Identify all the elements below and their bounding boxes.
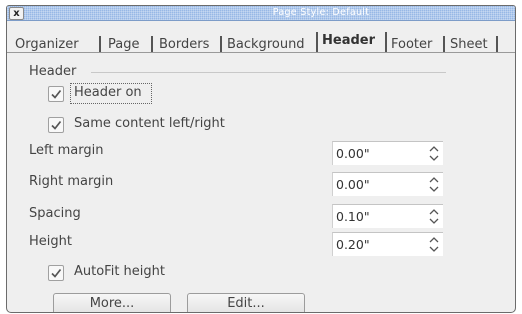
tab-background[interactable]: Background: [227, 37, 305, 52]
tab-divider: [99, 36, 101, 52]
tab-bar: Organizer Page Borders Background Header…: [7, 26, 515, 53]
same-content-label: Same content left/right: [74, 116, 225, 131]
tab-header[interactable]: Header: [322, 33, 376, 52]
tab-divider: [316, 32, 318, 52]
window-title: Page Style: Default: [272, 7, 370, 18]
height-label: Height: [29, 234, 72, 249]
tab-divider: [443, 36, 445, 52]
tab-footer[interactable]: Footer: [391, 37, 432, 52]
more-button[interactable]: More...: [53, 293, 171, 312]
tab-page[interactable]: Page: [108, 37, 139, 52]
right-margin-spinbox[interactable]: 0.00": [332, 172, 443, 196]
checkbox-box[interactable]: [48, 117, 64, 133]
left-margin-spinbox[interactable]: 0.00": [332, 141, 443, 165]
right-margin-label: Right margin: [29, 174, 114, 189]
spacing-spinbox[interactable]: 0.10": [332, 204, 443, 228]
spacing-label: Spacing: [29, 206, 81, 221]
tab-divider: [385, 32, 387, 52]
check-icon: [51, 89, 62, 99]
spin-arrows-icon[interactable]: [429, 176, 439, 193]
checkbox-box[interactable]: [48, 265, 64, 281]
tab-organizer[interactable]: Organizer: [15, 37, 79, 52]
check-icon: [51, 120, 62, 130]
autofit-height-label: AutoFit height: [74, 264, 165, 279]
left-margin-value[interactable]: 0.00": [336, 146, 370, 161]
page-style-dialog: x Page Style: Default Organizer Page Bor…: [6, 5, 516, 313]
title-bar[interactable]: x Page Style: Default: [7, 6, 515, 21]
height-spinbox[interactable]: 0.20": [332, 232, 443, 256]
tab-borders[interactable]: Borders: [159, 37, 209, 52]
check-icon: [51, 268, 62, 278]
edit-button[interactable]: Edit...: [187, 293, 305, 312]
group-separator: [91, 72, 446, 73]
tab-sheet[interactable]: Sheet: [450, 37, 488, 52]
spacing-value[interactable]: 0.10": [336, 209, 370, 224]
spin-arrows-icon[interactable]: [429, 208, 439, 225]
checkbox-box[interactable]: [48, 86, 64, 102]
right-margin-value[interactable]: 0.00": [336, 177, 370, 192]
header-group-title: Header: [29, 64, 77, 79]
spin-arrows-icon[interactable]: [429, 145, 439, 162]
left-margin-label: Left margin: [29, 143, 104, 158]
tab-divider: [496, 36, 498, 52]
height-value[interactable]: 0.20": [336, 237, 370, 252]
tab-divider: [220, 36, 222, 52]
tab-divider: [151, 36, 153, 52]
header-on-label: Header on: [74, 85, 142, 100]
spin-arrows-icon[interactable]: [429, 236, 439, 253]
